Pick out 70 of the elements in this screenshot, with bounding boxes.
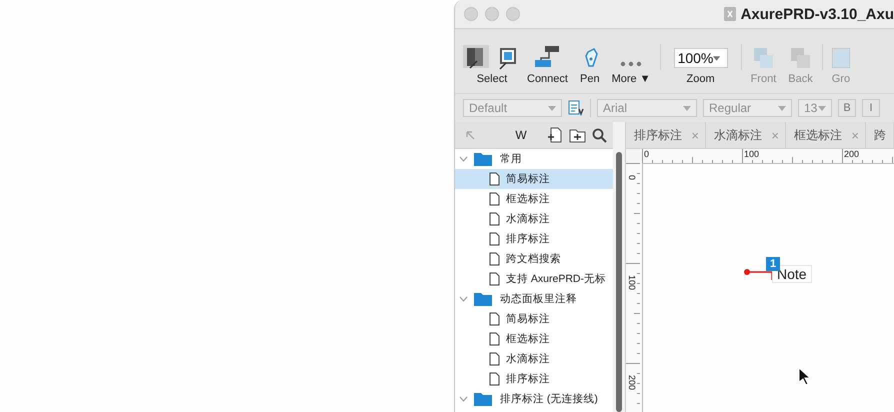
connector-icon: [535, 46, 560, 68]
selection-box-icon: [499, 48, 517, 70]
caret-icon: [778, 106, 786, 110]
window-title: AxurePRD-v3.10_Axu: [740, 6, 894, 22]
page-item[interactable]: 框选标注: [455, 329, 613, 349]
page-item[interactable]: 排序标注: [455, 369, 613, 389]
search-icon: [592, 128, 607, 142]
tool-label: Select: [476, 73, 508, 85]
add-page-icon: [547, 127, 563, 143]
page-item[interactable]: 简易标注: [455, 169, 613, 189]
chevron-down-icon: [459, 296, 468, 302]
toolbar-more-button[interactable]: More ▼: [606, 42, 657, 85]
toolbar-zoom-button[interactable]: 100% Zoom: [664, 42, 738, 85]
folder-icon: [474, 152, 492, 166]
layers-icon: [754, 48, 773, 68]
caret-icon: [713, 56, 721, 60]
folder-item[interactable]: 动态面板里注释: [455, 289, 613, 309]
add-folder-icon: [569, 128, 586, 142]
page-icon: [489, 352, 500, 366]
arrow-icon: [465, 130, 475, 140]
ruler-label: 0: [627, 175, 637, 180]
cursor-icon: [798, 367, 810, 385]
ruler-label: 100: [627, 275, 637, 290]
caret-icon: [683, 106, 691, 110]
document-tab[interactable]: 跨: [866, 122, 894, 148]
dots-icon: [620, 60, 642, 68]
document-icon: [724, 7, 736, 21]
page-icon: [489, 212, 500, 226]
toolbar-pen-button[interactable]: Pen: [574, 42, 606, 85]
select-tool[interactable]: [463, 45, 489, 68]
page-item[interactable]: 支持 AxurePRD-无标: [455, 269, 613, 289]
folder-icon: [474, 292, 492, 306]
page-item[interactable]: 跨文档搜索: [455, 249, 613, 269]
layers-icon: [791, 48, 810, 68]
page-item[interactable]: 框选标注: [455, 189, 613, 209]
page-icon: [489, 172, 500, 186]
ruler-label: 0: [644, 149, 650, 159]
connector-line: [744, 269, 774, 281]
document-tab[interactable]: 排序标注 ×: [626, 122, 706, 148]
folder-item[interactable]: 常用: [455, 149, 613, 169]
page-item[interactable]: 水滴标注: [455, 209, 613, 229]
folder-icon: [474, 392, 492, 406]
caret-icon: [548, 106, 556, 110]
toolbar-connect-button[interactable]: Connect: [521, 42, 574, 85]
chevron-down-icon: [459, 396, 468, 402]
panel-title: W: [514, 128, 528, 142]
scrollbar[interactable]: [613, 122, 626, 412]
document-tab[interactable]: 框选标注 ×: [786, 122, 866, 148]
page-icon: [489, 312, 500, 326]
page-item[interactable]: 水滴标注: [455, 349, 613, 369]
document-tab[interactable]: 水滴标注 ×: [706, 122, 786, 148]
page-icon: [489, 252, 500, 266]
page-icon: [489, 192, 500, 206]
selection-icon: [467, 48, 485, 70]
page-icon: [489, 332, 500, 346]
page-item[interactable]: 简易标注: [455, 309, 613, 329]
page-item[interactable]: 排序标注: [455, 229, 613, 249]
group-icon: [832, 48, 850, 68]
note-badge: 1: [766, 257, 780, 271]
caret-icon: [818, 106, 826, 110]
chevron-down-icon: [459, 156, 468, 162]
ruler-label: 200: [844, 149, 860, 159]
ruler-label: 200: [627, 375, 637, 390]
zoom-dropdown[interactable]: 100%: [674, 48, 728, 68]
page-icon: [489, 372, 500, 386]
format-painter-icon: [568, 100, 584, 116]
folder-item[interactable]: 排序标注 (无连接线): [455, 389, 613, 409]
page-icon: [489, 272, 500, 286]
ruler-label: 100: [744, 149, 760, 159]
page-icon: [489, 232, 500, 246]
